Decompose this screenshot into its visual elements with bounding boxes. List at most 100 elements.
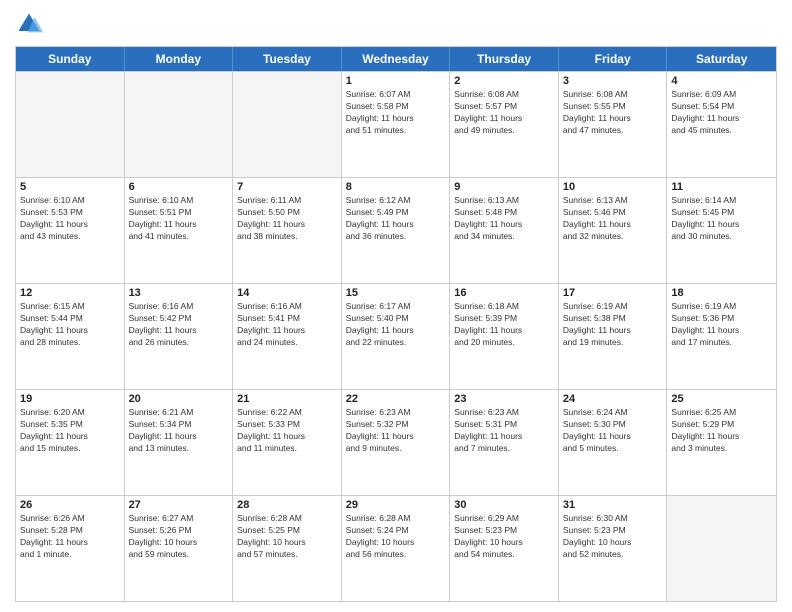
calendar-cell-22: 22 Sunrise: 6:23 AM Sunset: 5:32 PM Dayli… (342, 390, 451, 495)
day-info: Sunrise: 6:10 AM Sunset: 5:53 PM Dayligh… (20, 195, 120, 243)
day-info: Sunrise: 6:20 AM Sunset: 5:35 PM Dayligh… (20, 407, 120, 455)
calendar-cell-19: 19 Sunrise: 6:20 AM Sunset: 5:35 PM Dayli… (16, 390, 125, 495)
calendar-cell-20: 20 Sunrise: 6:21 AM Sunset: 5:34 PM Dayli… (125, 390, 234, 495)
day-number: 30 (454, 499, 554, 511)
calendar-cell-empty-0-0 (16, 72, 125, 177)
day-info: Sunrise: 6:24 AM Sunset: 5:30 PM Dayligh… (563, 407, 663, 455)
day-number: 18 (671, 287, 772, 299)
calendar-cell-25: 25 Sunrise: 6:25 AM Sunset: 5:29 PM Dayli… (667, 390, 776, 495)
calendar-cell-24: 24Sunrise: 6:24 AM Sunset: 5:30 PM Dayli… (559, 390, 668, 495)
day-number: 2 (454, 75, 554, 87)
day-number: 31 (563, 499, 663, 511)
day-info: Sunrise: 6:14 AM Sunset: 5:45 PM Dayligh… (671, 195, 772, 243)
calendar-cell-7: 7 Sunrise: 6:11 AM Sunset: 5:50 PM Daylig… (233, 178, 342, 283)
day-info: Sunrise: 6:19 AM Sunset: 5:38 PM Dayligh… (563, 301, 663, 349)
day-info: Sunrise: 6:18 AM Sunset: 5:39 PM Dayligh… (454, 301, 554, 349)
calendar-cell-16: 16 Sunrise: 6:18 AM Sunset: 5:39 PM Dayli… (450, 284, 559, 389)
day-number: 23 (454, 393, 554, 405)
day-number: 8 (346, 181, 446, 193)
day-number: 14 (237, 287, 337, 299)
day-number: 16 (454, 287, 554, 299)
calendar-cell-10: 10 Sunrise: 6:13 AM Sunset: 5:46 PM Dayli… (559, 178, 668, 283)
day-number: 28 (237, 499, 337, 511)
calendar-cell-empty-0-1 (125, 72, 234, 177)
calendar-cell-27: 27 Sunrise: 6:27 AM Sunset: 5:26 PM Dayli… (125, 496, 234, 601)
header-day-tuesday: Tuesday (233, 47, 342, 71)
day-number: 15 (346, 287, 446, 299)
day-number: 27 (129, 499, 229, 511)
day-number: 7 (237, 181, 337, 193)
calendar-cell-6: 6Sunrise: 6:10 AM Sunset: 5:51 PM Daylig… (125, 178, 234, 283)
calendar-cell-5: 5Sunrise: 6:10 AM Sunset: 5:53 PM Daylig… (16, 178, 125, 283)
day-info: Sunrise: 6:23 AM Sunset: 5:31 PM Dayligh… (454, 407, 554, 455)
calendar-cell-17: 17 Sunrise: 6:19 AM Sunset: 5:38 PM Dayli… (559, 284, 668, 389)
day-number: 22 (346, 393, 446, 405)
calendar-cell-18: 18 Sunrise: 6:19 AM Sunset: 5:36 PM Dayli… (667, 284, 776, 389)
day-info: Sunrise: 6:28 AM Sunset: 5:24 PM Dayligh… (346, 513, 446, 561)
day-info: Sunrise: 6:16 AM Sunset: 5:41 PM Dayligh… (237, 301, 337, 349)
day-number: 11 (671, 181, 772, 193)
calendar-cell-29: 29 Sunrise: 6:28 AM Sunset: 5:24 PM Dayli… (342, 496, 451, 601)
header-day-thursday: Thursday (450, 47, 559, 71)
day-number: 10 (563, 181, 663, 193)
day-number: 17 (563, 287, 663, 299)
day-number: 6 (129, 181, 229, 193)
calendar-cell-empty-4-6 (667, 496, 776, 601)
day-number: 9 (454, 181, 554, 193)
calendar-cell-3: 3 Sunrise: 6:08 AM Sunset: 5:55 PM Daylig… (559, 72, 668, 177)
day-number: 4 (671, 75, 772, 87)
calendar-cell-9: 9 Sunrise: 6:13 AM Sunset: 5:48 PM Daylig… (450, 178, 559, 283)
calendar-cell-12: 12Sunrise: 6:15 AM Sunset: 5:44 PM Dayli… (16, 284, 125, 389)
day-info: Sunrise: 6:15 AM Sunset: 5:44 PM Dayligh… (20, 301, 120, 349)
day-number: 21 (237, 393, 337, 405)
day-info: Sunrise: 6:19 AM Sunset: 5:36 PM Dayligh… (671, 301, 772, 349)
day-number: 26 (20, 499, 120, 511)
day-info: Sunrise: 6:25 AM Sunset: 5:29 PM Dayligh… (671, 407, 772, 455)
calendar-cell-1: 1 Sunrise: 6:07 AM Sunset: 5:58 PM Daylig… (342, 72, 451, 177)
day-number: 1 (346, 75, 446, 87)
header-day-saturday: Saturday (667, 47, 776, 71)
calendar-row-3: 19 Sunrise: 6:20 AM Sunset: 5:35 PM Dayli… (16, 389, 776, 495)
day-info: Sunrise: 6:16 AM Sunset: 5:42 PM Dayligh… (129, 301, 229, 349)
calendar-cell-26: 26 Sunrise: 6:26 AM Sunset: 5:28 PM Dayli… (16, 496, 125, 601)
calendar-cell-2: 2 Sunrise: 6:08 AM Sunset: 5:57 PM Daylig… (450, 72, 559, 177)
header-day-sunday: Sunday (16, 47, 125, 71)
calendar-cell-empty-0-2 (233, 72, 342, 177)
calendar-cell-13: 13Sunrise: 6:16 AM Sunset: 5:42 PM Dayli… (125, 284, 234, 389)
day-info: Sunrise: 6:27 AM Sunset: 5:26 PM Dayligh… (129, 513, 229, 561)
calendar-cell-30: 30Sunrise: 6:29 AM Sunset: 5:23 PM Dayli… (450, 496, 559, 601)
calendar-cell-23: 23 Sunrise: 6:23 AM Sunset: 5:31 PM Dayli… (450, 390, 559, 495)
day-info: Sunrise: 6:12 AM Sunset: 5:49 PM Dayligh… (346, 195, 446, 243)
day-info: Sunrise: 6:13 AM Sunset: 5:46 PM Dayligh… (563, 195, 663, 243)
day-number: 29 (346, 499, 446, 511)
calendar-row-4: 26 Sunrise: 6:26 AM Sunset: 5:28 PM Dayli… (16, 495, 776, 601)
day-info: Sunrise: 6:11 AM Sunset: 5:50 PM Dayligh… (237, 195, 337, 243)
calendar-cell-14: 14 Sunrise: 6:16 AM Sunset: 5:41 PM Dayli… (233, 284, 342, 389)
day-number: 20 (129, 393, 229, 405)
day-info: Sunrise: 6:22 AM Sunset: 5:33 PM Dayligh… (237, 407, 337, 455)
calendar-cell-11: 11 Sunrise: 6:14 AM Sunset: 5:45 PM Dayli… (667, 178, 776, 283)
day-info: Sunrise: 6:23 AM Sunset: 5:32 PM Dayligh… (346, 407, 446, 455)
day-info: Sunrise: 6:13 AM Sunset: 5:48 PM Dayligh… (454, 195, 554, 243)
header-day-monday: Monday (125, 47, 234, 71)
day-number: 3 (563, 75, 663, 87)
day-info: Sunrise: 6:07 AM Sunset: 5:58 PM Dayligh… (346, 89, 446, 137)
day-info: Sunrise: 6:08 AM Sunset: 5:57 PM Dayligh… (454, 89, 554, 137)
header-day-friday: Friday (559, 47, 668, 71)
logo (15, 10, 47, 38)
calendar-row-2: 12Sunrise: 6:15 AM Sunset: 5:44 PM Dayli… (16, 283, 776, 389)
calendar-cell-8: 8 Sunrise: 6:12 AM Sunset: 5:49 PM Daylig… (342, 178, 451, 283)
page-header (15, 10, 777, 38)
calendar-row-1: 5Sunrise: 6:10 AM Sunset: 5:53 PM Daylig… (16, 177, 776, 283)
day-number: 19 (20, 393, 120, 405)
day-info: Sunrise: 6:21 AM Sunset: 5:34 PM Dayligh… (129, 407, 229, 455)
calendar-cell-15: 15 Sunrise: 6:17 AM Sunset: 5:40 PM Dayli… (342, 284, 451, 389)
logo-icon (15, 10, 43, 38)
day-info: Sunrise: 6:09 AM Sunset: 5:54 PM Dayligh… (671, 89, 772, 137)
calendar-body: 1 Sunrise: 6:07 AM Sunset: 5:58 PM Daylig… (16, 71, 776, 601)
day-info: Sunrise: 6:17 AM Sunset: 5:40 PM Dayligh… (346, 301, 446, 349)
day-info: Sunrise: 6:26 AM Sunset: 5:28 PM Dayligh… (20, 513, 120, 561)
day-info: Sunrise: 6:08 AM Sunset: 5:55 PM Dayligh… (563, 89, 663, 137)
calendar: SundayMondayTuesdayWednesdayThursdayFrid… (15, 46, 777, 602)
day-number: 25 (671, 393, 772, 405)
